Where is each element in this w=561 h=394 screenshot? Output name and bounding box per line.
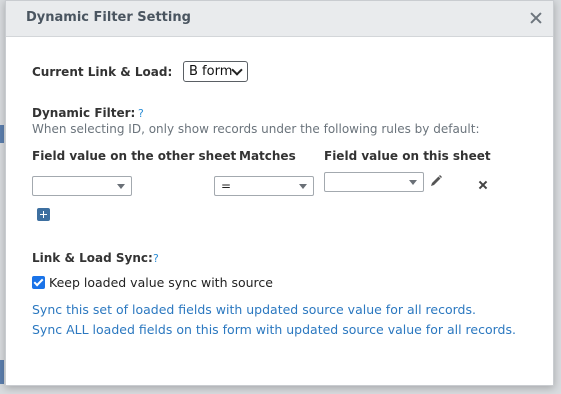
- keep-sync-checkbox[interactable]: [32, 276, 45, 289]
- close-icon[interactable]: [529, 11, 543, 25]
- dialog-title: Dynamic Filter Setting: [26, 10, 191, 25]
- match-operator-value: =: [221, 179, 232, 193]
- link-load-sync-label: Link & Load Sync:: [32, 251, 153, 265]
- dynamic-filter-dialog: Dynamic Filter Setting Current Link & Lo…: [5, 0, 554, 386]
- column-header-matches: Matches: [239, 149, 296, 163]
- dynamic-filter-description: When selecting ID, only show records und…: [32, 122, 480, 136]
- other-sheet-field-select[interactable]: [32, 176, 132, 196]
- sync-set-link[interactable]: Sync this set of loaded fields with upda…: [32, 302, 476, 317]
- this-sheet-field-select[interactable]: [324, 172, 424, 192]
- dialog-header: Dynamic Filter Setting: [6, 1, 553, 37]
- sync-all-link[interactable]: Sync ALL loaded fields on this form with…: [32, 322, 516, 337]
- caret-down-icon: [299, 184, 307, 189]
- caret-down-icon: [117, 184, 125, 189]
- chevron-down-icon: [231, 64, 243, 76]
- caret-down-icon: [409, 180, 417, 185]
- match-operator-select[interactable]: =: [214, 176, 314, 196]
- current-link-load-label: Current Link & Load:: [32, 65, 173, 79]
- link-load-sync-help-icon[interactable]: ?: [153, 252, 159, 265]
- form-select-value: B form: [189, 64, 233, 79]
- background-element: [0, 125, 4, 143]
- form-select[interactable]: B form: [183, 61, 248, 82]
- remove-rule-icon[interactable]: [477, 179, 489, 191]
- add-rule-button[interactable]: [37, 208, 50, 221]
- dynamic-filter-help-icon[interactable]: ?: [138, 107, 144, 120]
- column-header-other-sheet: Field value on the other sheet: [32, 149, 237, 163]
- pencil-icon[interactable]: [429, 173, 443, 187]
- keep-sync-label: Keep loaded value sync with source: [49, 275, 273, 290]
- background-element: [0, 360, 4, 384]
- dynamic-filter-label: Dynamic Filter:: [32, 106, 136, 120]
- column-header-this-sheet: Field value on this sheet: [324, 149, 491, 163]
- pencil-icon-graphic: [431, 175, 442, 186]
